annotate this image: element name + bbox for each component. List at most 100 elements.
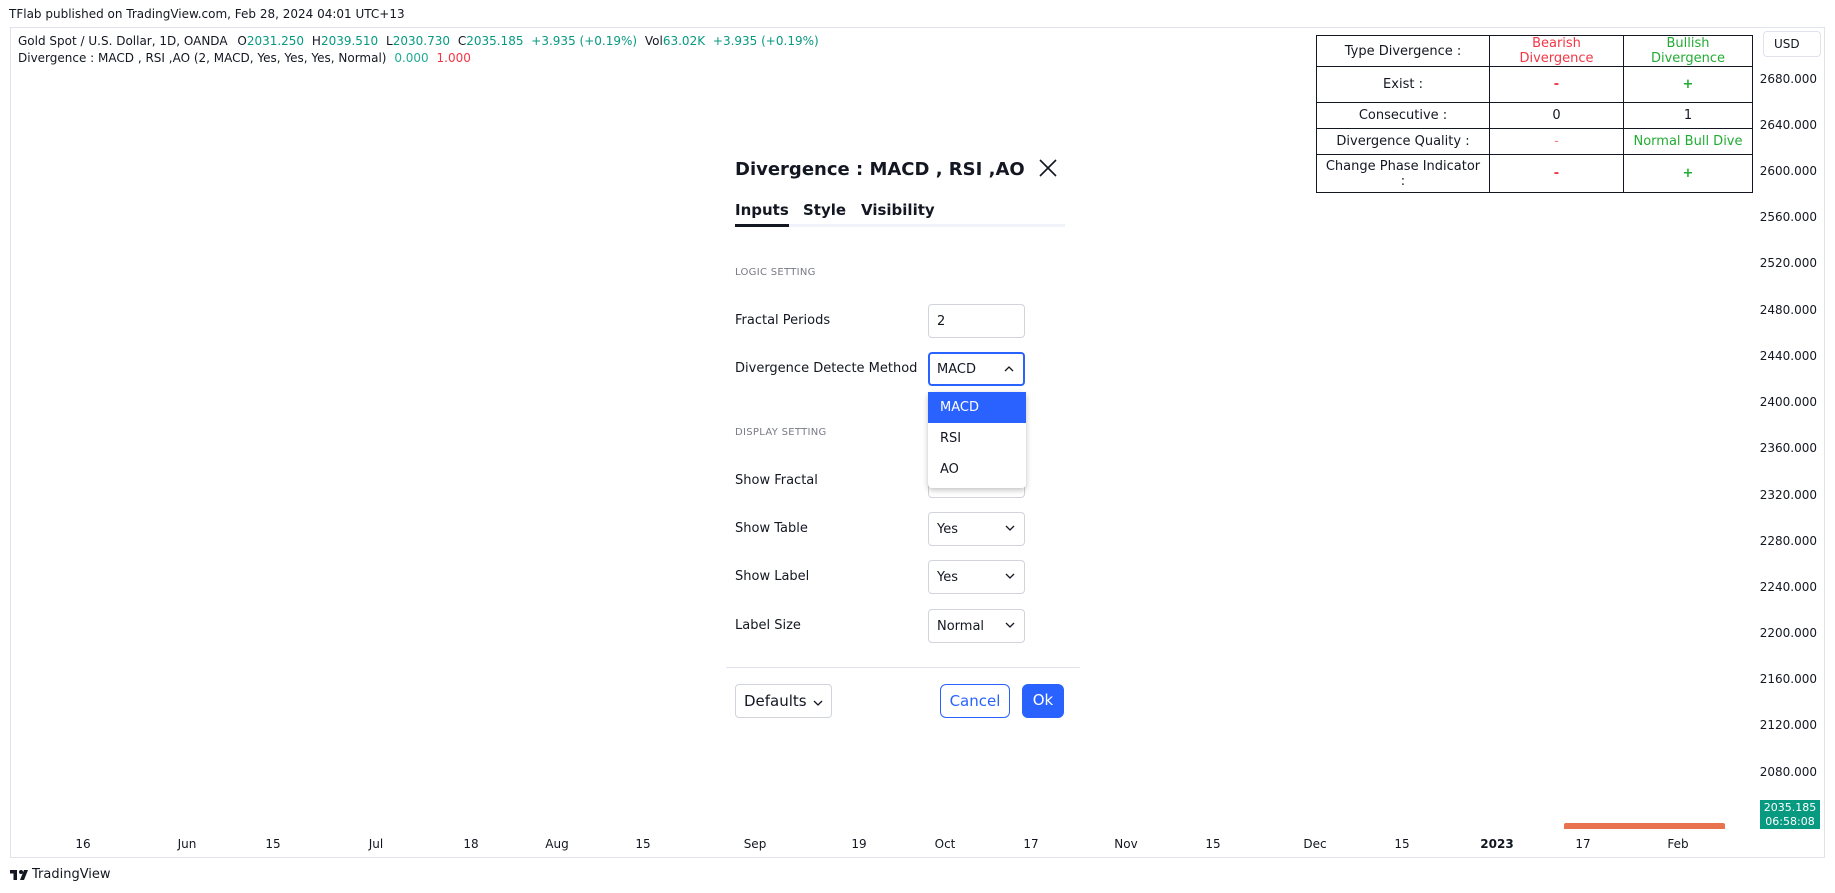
fractal-periods-label: Fractal Periods <box>735 313 831 328</box>
low-label: L <box>386 34 393 48</box>
last-price-label: 2035.185 06:58:08 <box>1760 800 1820 829</box>
close-label: C <box>457 34 467 48</box>
price-tick: 2240.000 <box>1759 580 1817 594</box>
price-tick: 2280.000 <box>1759 534 1817 548</box>
last-price: 2035.185 <box>1763 801 1817 814</box>
price-scale[interactable]: 2680.000 2640.000 2600.000 2560.000 2520… <box>1759 30 1825 835</box>
chevron-down-icon <box>1005 573 1015 579</box>
label-size-select[interactable]: Normal <box>928 609 1025 643</box>
low-value: 2030.730 <box>392 34 450 48</box>
tab-style[interactable]: Style <box>803 201 846 227</box>
method-dropdown: MACD RSI AO <box>928 392 1026 488</box>
price-tick: 2640.000 <box>1759 118 1817 132</box>
table-row: Exist : - + <box>1316 66 1753 103</box>
show-table-value: Yes <box>937 522 958 537</box>
table-cell: Bearish Divergence <box>1489 35 1624 67</box>
show-label-label: Show Label <box>735 569 810 584</box>
chevron-up-icon <box>1004 366 1014 372</box>
time-tick: 15 <box>635 837 651 851</box>
time-tick: Dec <box>1303 837 1327 851</box>
show-label-select[interactable]: Yes <box>928 560 1025 594</box>
divergence-table: Type Divergence : Bearish Divergence Bul… <box>1316 35 1753 193</box>
open-label: O <box>237 34 247 48</box>
table-cell: Divergence Quality : <box>1316 128 1490 155</box>
method-select[interactable]: MACD <box>928 352 1025 386</box>
dialog-title: Divergence : MACD , RSI ,AO <box>735 159 1025 180</box>
table-cell: 0 <box>1489 102 1624 129</box>
price-tick: 2080.000 <box>1759 765 1817 779</box>
method-label: Divergence Detecte Method <box>735 361 918 376</box>
time-tick: Feb <box>1667 837 1689 851</box>
price-tick: 2120.000 <box>1759 718 1817 732</box>
price-tick: 2560.000 <box>1759 210 1817 224</box>
table-cell: + <box>1623 66 1753 103</box>
volume-label: Vol <box>644 34 663 48</box>
chevron-down-icon <box>1005 622 1015 628</box>
table-cell: Type Divergence : <box>1316 35 1490 67</box>
time-tick: 17 <box>1023 837 1039 851</box>
table-cell: - <box>1489 154 1624 193</box>
footer-divider <box>726 667 1080 668</box>
symbol-name: Gold Spot / U.S. Dollar, 1D, OANDA <box>18 34 228 48</box>
table-cell: Change Phase Indicator : <box>1316 154 1490 193</box>
dropdown-option-rsi[interactable]: RSI <box>928 423 1026 454</box>
dropdown-option-ao[interactable]: AO <box>928 454 1026 485</box>
defaults-button[interactable]: Defaults <box>735 684 832 718</box>
publish-caption: TFlab published on TradingView.com, Feb … <box>9 7 405 21</box>
table-cell: + <box>1623 154 1753 193</box>
change-value: +3.935 (+0.19%) <box>531 34 638 48</box>
tab-visibility[interactable]: Visibility <box>861 201 935 227</box>
time-tick: 17 <box>1575 837 1591 851</box>
dropdown-option-macd[interactable]: MACD <box>928 392 1026 423</box>
high-value: 2039.510 <box>320 34 379 48</box>
close-value: 2035.185 <box>466 34 524 48</box>
time-tick: 2023 <box>1480 837 1514 851</box>
symbol-legend[interactable]: Gold Spot / U.S. Dollar, 1D, OANDA O2031… <box>18 34 819 48</box>
table-cell: - <box>1489 66 1624 103</box>
table-cell: - <box>1489 128 1624 155</box>
time-axis[interactable]: 16 Jun 15 Jul 18 Aug 15 Sep 19 Oct 17 No… <box>10 833 1758 855</box>
indicator-legend[interactable]: Divergence : MACD , RSI ,AO (2, MACD, Ye… <box>18 51 471 65</box>
display-section-title: DISPLAY SETTING <box>735 427 827 438</box>
time-tick: Aug <box>545 837 569 851</box>
brand-name: TradingView <box>32 867 111 882</box>
price-tick: 2360.000 <box>1759 441 1817 455</box>
close-icon[interactable] <box>1037 157 1059 179</box>
label-size-label: Label Size <box>735 618 801 633</box>
price-tick: 2400.000 <box>1759 395 1817 409</box>
time-tick: Sep <box>743 837 767 851</box>
volume-value: 63.02K <box>662 34 706 48</box>
price-tick: 2600.000 <box>1759 164 1817 178</box>
indicator-value-2: 1.000 <box>436 51 471 65</box>
fractal-periods-input[interactable]: 2 <box>928 304 1025 338</box>
chevron-down-icon <box>1005 525 1015 531</box>
price-tick: 2200.000 <box>1759 626 1817 640</box>
defaults-label: Defaults <box>744 692 807 710</box>
time-tick: Nov <box>1114 837 1138 851</box>
table-cell: Normal Bull Dive <box>1623 128 1753 155</box>
time-tick: Jul <box>368 837 384 851</box>
table-row: Type Divergence : Bearish Divergence Bul… <box>1316 35 1753 67</box>
dialog-tabs: Inputs Style Visibility <box>735 201 1065 227</box>
table-row: Consecutive : 0 1 <box>1316 102 1753 129</box>
ok-button[interactable]: Ok <box>1022 684 1064 718</box>
label-size-value: Normal <box>937 619 985 634</box>
table-cell: 1 <box>1623 102 1753 129</box>
table-row: Divergence Quality : - Normal Bull Dive <box>1316 128 1753 155</box>
time-tick: 15 <box>1394 837 1410 851</box>
show-label-value: Yes <box>937 570 958 585</box>
show-fractal-label: Show Fractal <box>735 473 818 488</box>
volume-change: +3.935 (+0.19%) <box>712 34 819 48</box>
price-tick: 2440.000 <box>1759 349 1817 363</box>
price-tick: 2520.000 <box>1759 256 1817 270</box>
indicator-settings-dialog: Divergence : MACD , RSI ,AO Inputs Style… <box>726 147 1080 720</box>
price-tick: 2160.000 <box>1759 672 1817 686</box>
tab-inputs[interactable]: Inputs <box>735 201 789 227</box>
table-cell: Bullish Divergence <box>1623 35 1753 67</box>
show-table-select[interactable]: Yes <box>928 512 1025 546</box>
cancel-button[interactable]: Cancel <box>940 684 1010 718</box>
price-tick: 2320.000 <box>1759 488 1817 502</box>
indicator-value-1: 0.000 <box>394 51 429 65</box>
high-label: H <box>311 34 321 48</box>
tradingview-brand[interactable]: TradingView <box>10 867 111 882</box>
